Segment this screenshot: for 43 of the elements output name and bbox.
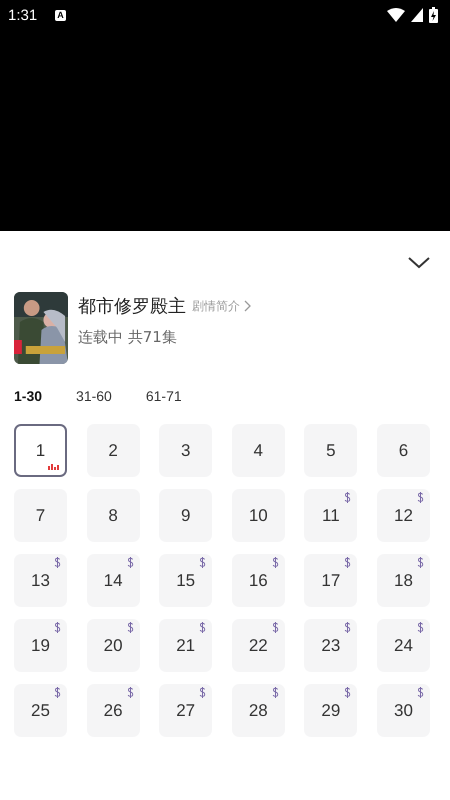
range-tab[interactable]: 1-30: [14, 388, 42, 404]
episode-button[interactable]: 22: [232, 619, 285, 672]
video-player[interactable]: 1:31 A: [0, 0, 450, 231]
signal-icon: [411, 8, 423, 22]
battery-icon: [429, 7, 438, 23]
episode-button[interactable]: 16: [232, 554, 285, 607]
range-tab[interactable]: 31-60: [76, 388, 112, 404]
range-tab[interactable]: 61-71: [146, 388, 182, 404]
episode-button[interactable]: 26: [86, 684, 140, 737]
episode-button[interactable]: 8: [86, 489, 140, 542]
episode-button[interactable]: 12: [376, 489, 430, 542]
episode-button[interactable]: 4: [232, 424, 285, 477]
episode-button[interactable]: 25: [14, 684, 67, 737]
wifi-icon: [387, 8, 405, 22]
episode-button[interactable]: 5: [304, 424, 358, 477]
episode-button[interactable]: 24: [376, 619, 430, 672]
episode-button[interactable]: 21: [159, 619, 212, 672]
episode-button[interactable]: 9: [159, 489, 212, 542]
episode-button[interactable]: 11: [304, 489, 358, 542]
chevron-right-icon: [244, 300, 252, 312]
episode-button[interactable]: 10: [232, 489, 285, 542]
collapse-chevron-icon[interactable]: [407, 256, 431, 270]
episode-button[interactable]: 20: [86, 619, 140, 672]
episode-button[interactable]: 1: [14, 424, 67, 477]
episode-button[interactable]: 2: [86, 424, 140, 477]
episode-button[interactable]: 18: [376, 554, 430, 607]
drama-title: 都市修罗殿主: [78, 295, 186, 318]
episode-button[interactable]: 15: [159, 554, 212, 607]
episode-button[interactable]: 13: [14, 554, 67, 607]
episode-button[interactable]: 6: [376, 424, 430, 477]
status-time: 1:31: [8, 6, 38, 24]
episode-button[interactable]: 14: [86, 554, 140, 607]
episode-button[interactable]: 29: [304, 684, 358, 737]
notification-icon: A: [55, 10, 66, 20]
episode-button[interactable]: 3: [159, 424, 212, 477]
episode-status: 连载中 共71集: [78, 328, 178, 347]
episode-button[interactable]: 28: [232, 684, 285, 737]
episode-button[interactable]: 17: [304, 554, 358, 607]
episode-button[interactable]: 7: [14, 489, 67, 542]
episode-button[interactable]: 27: [159, 684, 212, 737]
episode-button[interactable]: 23: [304, 619, 358, 672]
episode-button[interactable]: 19: [14, 619, 67, 672]
episode-button[interactable]: 30: [376, 684, 430, 737]
